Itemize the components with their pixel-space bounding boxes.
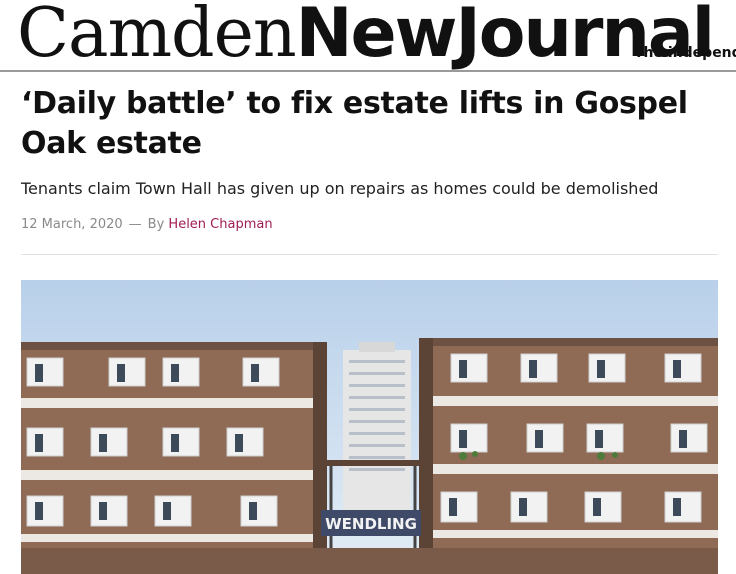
left-block: [21, 342, 327, 574]
site-tagline: The independent: [634, 45, 736, 61]
article-standfirst: Tenants claim Town Hall has given up on …: [21, 179, 659, 198]
publish-date: 12 March, 2020: [21, 217, 123, 232]
logo-new-journal: NewJournal: [295, 0, 715, 72]
estate-photo-illustration: WENDLING: [21, 280, 718, 574]
article-meta: 12 March, 2020 — By Helen Chapman: [21, 217, 273, 232]
estate-sign-text: WENDLING: [325, 515, 417, 533]
foreground-wall: [21, 548, 718, 574]
article-photo: WENDLING: [21, 280, 718, 574]
site-logo[interactable]: CamdenNewJournal: [17, 0, 715, 72]
tower-block: [343, 342, 411, 530]
meta-separator: —: [128, 217, 142, 232]
author-link[interactable]: Helen Chapman: [168, 217, 272, 232]
logo-camden: Camden: [17, 0, 297, 72]
by-label: By: [147, 217, 165, 232]
masthead: CamdenNewJournal The independent: [0, 0, 736, 72]
divider: [21, 254, 718, 255]
right-block: [419, 338, 718, 574]
article-headline: ‘Daily battle’ to fix estate lifts in Go…: [21, 86, 688, 161]
